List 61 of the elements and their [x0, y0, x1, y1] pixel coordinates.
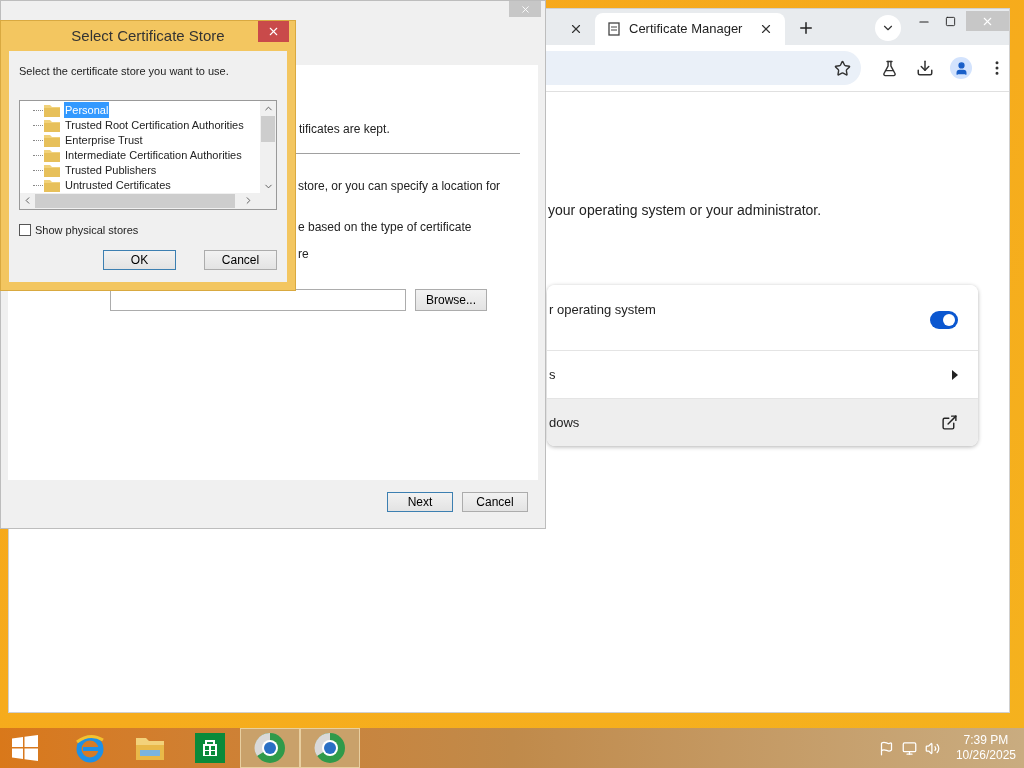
folder-icon: [44, 178, 60, 192]
description-text: your operating system or your administrator.: [548, 201, 823, 220]
taskbar-app[interactable]: [300, 728, 360, 768]
dialog-button[interactable]: Cancel: [204, 250, 277, 270]
folder-icon: [44, 148, 60, 162]
globe-icon: [314, 732, 346, 764]
toggle-switch[interactable]: [930, 311, 958, 329]
shopping-bag-icon: [195, 733, 225, 763]
row-label: r operating system: [549, 301, 656, 319]
close-button[interactable]: [258, 21, 289, 42]
close-icon[interactable]: [759, 22, 773, 36]
profile-icon[interactable]: [950, 57, 972, 79]
wizard-text: tificates are kept.: [299, 121, 391, 138]
close-icon: [519, 3, 531, 15]
download-icon[interactable]: [916, 59, 934, 77]
folder-icon: [44, 133, 60, 147]
browser-tab[interactable]: Certificate Manager: [595, 13, 785, 45]
dialog-prompt: Select the certificate store you want to use.: [19, 64, 230, 79]
tree-item[interactable]: Untrusted Certificates: [64, 176, 172, 193]
settings-row[interactable]: dows: [547, 398, 978, 446]
close-icon: [267, 25, 280, 38]
globe-icon: [254, 732, 286, 764]
wizard-text: store, or you can specify a location for: [298, 178, 502, 195]
vertical-scrollbar[interactable]: [260, 100, 276, 193]
flask-icon[interactable]: [881, 59, 898, 77]
dialog-button[interactable]: Next: [387, 492, 453, 512]
settings-row[interactable]: r operating system: [547, 285, 978, 350]
folder-icon: [44, 103, 60, 117]
taskbar-app[interactable]: [240, 728, 300, 768]
row-label: s: [549, 365, 556, 384]
tab-search-button[interactable]: [875, 15, 901, 41]
maximize-icon[interactable]: [945, 16, 956, 27]
network-icon[interactable]: [901, 740, 917, 756]
wizard-text: re: [298, 246, 310, 263]
volume-icon[interactable]: [924, 740, 940, 756]
tree-item[interactable]: Enterprise Trust: [64, 131, 144, 149]
dialog-button[interactable]: Cancel: [462, 492, 528, 512]
settings-row[interactable]: s: [547, 350, 978, 398]
folder-icon: [44, 163, 60, 177]
wizard-text: e based on the type of certificate: [298, 219, 473, 236]
checkbox[interactable]: [19, 223, 31, 236]
close-icon[interactable]: [569, 22, 583, 36]
tree-item[interactable]: Trusted Root Certification Authorities: [64, 116, 245, 134]
path-field[interactable]: [110, 289, 406, 311]
new-tab-icon[interactable]: [797, 19, 815, 37]
checkbox-label: Show physical stores: [35, 222, 139, 238]
horizontal-scrollbar[interactable]: [20, 192, 276, 209]
tree-item[interactable]: Intermediate Certification Authorities: [64, 146, 243, 164]
dialog-button[interactable]: Browse...: [415, 289, 487, 311]
arrow-right-icon: [952, 369, 958, 380]
dialog-button[interactable]: OK: [103, 250, 176, 270]
windows-logo-icon[interactable]: [12, 735, 38, 761]
external-link-icon: [941, 414, 958, 431]
flag-icon[interactable]: [878, 740, 894, 756]
dialog-title: Select Certificate Store: [71, 25, 225, 46]
tree-item[interactable]: Trusted Publishers: [64, 161, 158, 179]
document-icon: [607, 22, 621, 36]
folder-icon: [44, 118, 60, 132]
star-icon[interactable]: [834, 59, 851, 77]
row-label: dows: [549, 413, 580, 432]
e-logo-icon: [74, 732, 106, 764]
